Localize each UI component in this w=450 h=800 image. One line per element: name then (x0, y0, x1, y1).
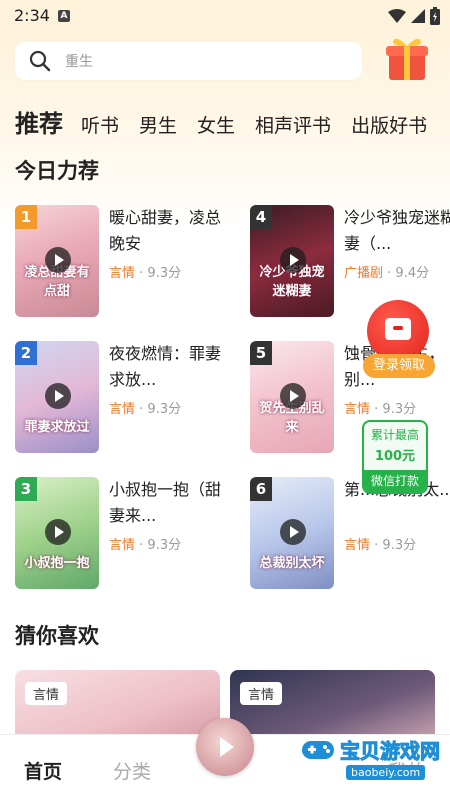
tab-audiobooks[interactable]: 听书 (81, 112, 119, 140)
status-bar: 2:34 A (0, 0, 450, 32)
book-tag: 言情 (344, 538, 371, 553)
book-cover[interactable]: 6 总裁别太坏 (250, 477, 334, 589)
book-meta: 言情 · 9.3分 (109, 402, 182, 417)
book-score: 9.3分 (147, 402, 182, 417)
guess-book-card[interactable]: 言情 (15, 670, 220, 740)
wifi-icon (388, 9, 406, 23)
book-cover[interactable]: 4 冷少爷独宠迷糊妻 (250, 205, 334, 317)
book-card[interactable]: 2 罪妻求放过 夜夜燃情：罪妻求放... 言情 · 9.3分 (15, 341, 225, 453)
book-cover[interactable]: 3 小叔抱一抱 (15, 477, 99, 589)
notification-icon: A (58, 10, 70, 22)
book-score: 9.3分 (382, 538, 417, 553)
envelope-icon (385, 318, 411, 340)
book-cover[interactable]: 2 罪妻求放过 (15, 341, 99, 453)
book-score: 9.4分 (395, 266, 430, 281)
status-icons (388, 7, 440, 25)
rank-badge: 4 (250, 205, 272, 229)
battery-icon (430, 7, 440, 25)
book-cover[interactable]: 5 贺先生别乱来 (250, 341, 334, 453)
book-title: 冷少爷独宠迷糊妻（... (344, 208, 450, 253)
book-card[interactable]: 1 凌总甜妻有点甜 暖心甜妻，凌总晚安 言情 · 9.3分 (15, 205, 225, 317)
search-icon (29, 50, 51, 72)
rank-badge: 2 (15, 341, 37, 365)
book-meta: 言情 · 9.3分 (344, 538, 417, 553)
rank-badge: 1 (15, 205, 37, 229)
tab-female[interactable]: 女生 (197, 112, 235, 140)
book-meta: 言情 · 9.3分 (109, 538, 182, 553)
login-reward-button[interactable]: 登录领取 (363, 300, 435, 378)
book-tag: 广播剧 (344, 266, 384, 281)
guess-book-card[interactable]: 言情 (230, 670, 435, 740)
book-meta: 言情 · 9.3分 (344, 402, 417, 417)
now-playing-button[interactable] (196, 718, 254, 776)
book-tag: 言情 (344, 402, 371, 417)
play-icon[interactable] (280, 519, 306, 545)
cover-title: 总裁别太坏 (259, 556, 325, 571)
login-reward-label: 登录领取 (363, 354, 435, 378)
payout-caption: 累计最高 (370, 428, 419, 442)
book-tag: 言情 (109, 538, 136, 553)
search-input[interactable]: 重生 (15, 42, 362, 80)
play-icon[interactable] (45, 519, 71, 545)
book-score: 9.3分 (382, 402, 417, 417)
guess-tag: 言情 (25, 682, 68, 705)
play-icon[interactable] (280, 247, 306, 273)
book-score: 9.3分 (147, 538, 182, 553)
category-tabs: 推荐 听书 男生 女生 相声评书 出版好书 (15, 108, 447, 140)
book-meta: 言情 · 9.3分 (109, 266, 182, 281)
watermark-text: 宝贝游戏网 (340, 739, 441, 764)
book-score: 9.3分 (147, 266, 182, 281)
watermark-url: baobeiy.com (346, 765, 426, 780)
cover-title: 小叔抱一抱 (24, 556, 90, 571)
play-icon[interactable] (45, 247, 71, 273)
tab-recommend[interactable]: 推荐 (15, 108, 63, 140)
gift-icon[interactable] (385, 34, 429, 82)
status-time: 2:34 (14, 6, 50, 25)
section-title-guess: 猜你喜欢 (15, 624, 99, 648)
signal-icon (411, 9, 425, 23)
book-title: 夜夜燃情：罪妻求放... (109, 344, 221, 389)
watermark: 宝贝游戏网 baobeiy.com (300, 735, 441, 785)
tab-crosstalk[interactable]: 相声评书 (255, 112, 331, 140)
gamepad-icon (302, 741, 334, 759)
section-title-today: 今日力荐 (15, 159, 99, 183)
tab-published[interactable]: 出版好书 (351, 112, 427, 140)
search-placeholder: 重生 (65, 54, 93, 70)
play-icon[interactable] (45, 383, 71, 409)
nav-home[interactable]: 首页 (24, 757, 62, 784)
nav-category[interactable]: 分类 (113, 757, 151, 784)
wechat-payout-button[interactable]: 累计最高 100元 微信打款 (362, 420, 428, 494)
book-cover[interactable]: 1 凌总甜妻有点甜 (15, 205, 99, 317)
book-tag: 言情 (109, 402, 136, 417)
guess-tag: 言情 (240, 682, 283, 705)
book-title: 小叔抱一抱（甜妻来... (109, 480, 221, 525)
rank-badge: 6 (250, 477, 272, 501)
book-card[interactable]: 3 小叔抱一抱 小叔抱一抱（甜妻来... 言情 · 9.3分 (15, 477, 225, 589)
payout-amount: 100元 (374, 449, 416, 464)
play-icon[interactable] (280, 383, 306, 409)
payout-label: 微信打款 (364, 470, 426, 492)
book-tag: 言情 (109, 266, 136, 281)
tab-male[interactable]: 男生 (139, 112, 177, 140)
book-title: 暖心甜妻，凌总晚安 (109, 208, 221, 253)
rank-badge: 3 (15, 477, 37, 501)
cover-title: 罪妻求放过 (24, 420, 90, 435)
book-meta: 广播剧 · 9.4分 (344, 266, 430, 281)
rank-badge: 5 (250, 341, 272, 365)
